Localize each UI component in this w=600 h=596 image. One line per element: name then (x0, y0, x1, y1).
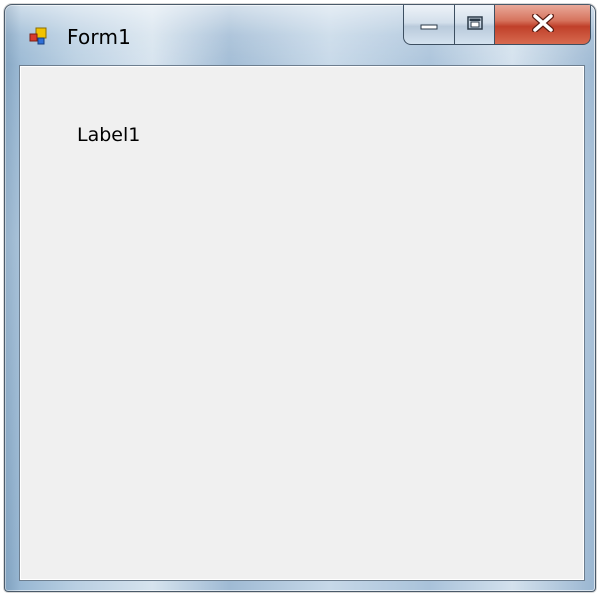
close-button[interactable] (495, 5, 591, 45)
form-window: Form1 Label1 (4, 4, 596, 592)
caption-buttons (403, 5, 591, 47)
title-bar[interactable]: Form1 (5, 5, 595, 65)
label1: Label1 (77, 124, 141, 146)
winforms-app-icon[interactable] (29, 27, 47, 45)
close-icon (531, 12, 554, 36)
form-client-area: Label1 (19, 65, 585, 581)
minimize-icon (420, 15, 438, 34)
minimize-button[interactable] (403, 5, 455, 45)
window-title: Form1 (67, 25, 132, 49)
maximize-icon (466, 15, 483, 34)
maximize-button[interactable] (455, 5, 495, 45)
